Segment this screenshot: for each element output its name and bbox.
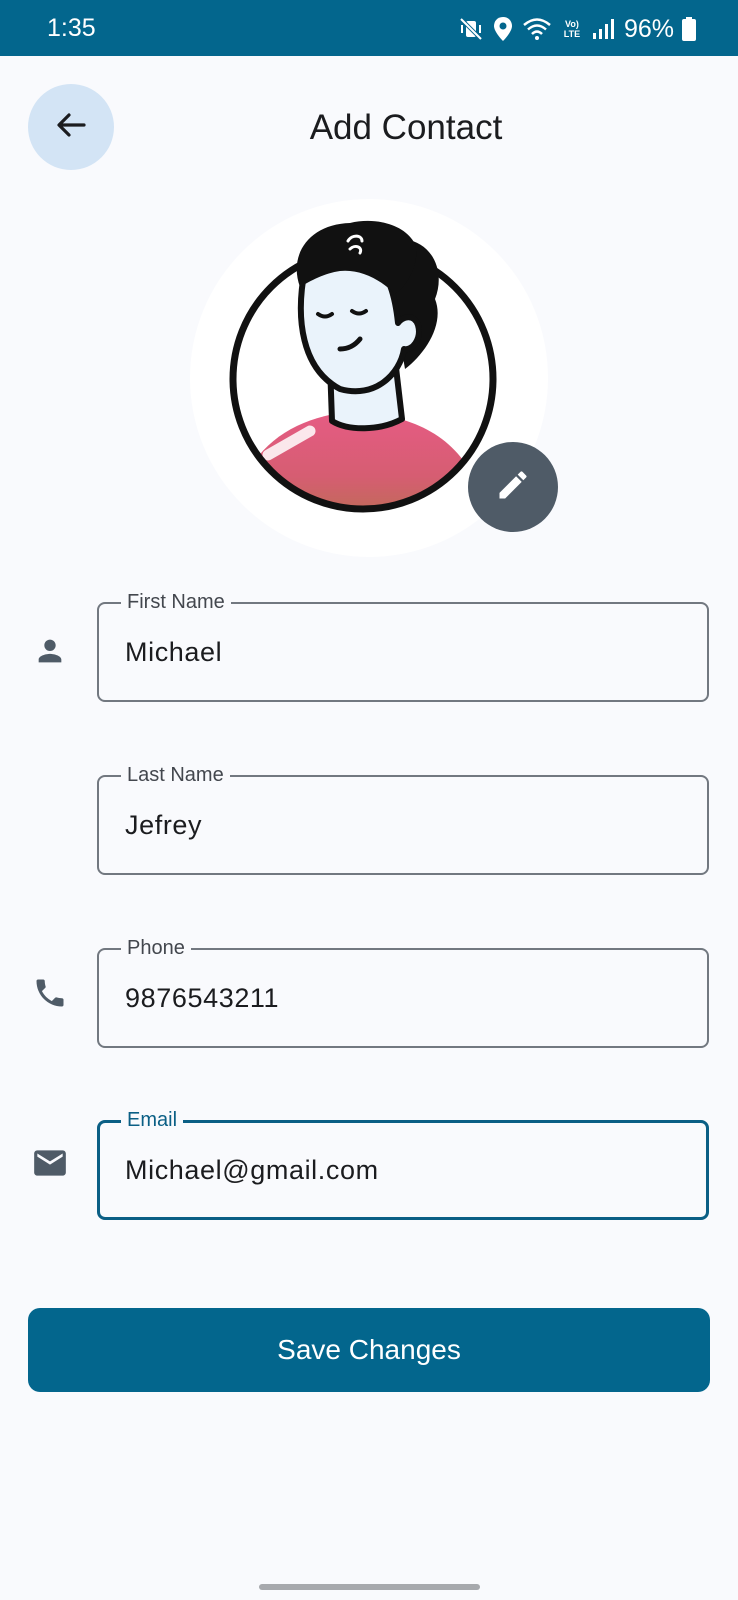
home-indicator[interactable]	[259, 1584, 480, 1590]
page-title: Add Contact	[309, 108, 503, 147]
volte-top-text: Vo)	[565, 19, 579, 29]
phone-icon	[30, 973, 70, 1013]
save-changes-button[interactable]: Save Changes	[28, 1308, 710, 1392]
status-time: 1:35	[47, 14, 96, 42]
phone-label: Phone	[121, 935, 191, 961]
email-field[interactable]: Email	[97, 1107, 709, 1220]
signal-icon	[592, 18, 614, 40]
location-icon	[492, 16, 514, 42]
person-icon	[30, 631, 70, 671]
wifi-icon	[522, 17, 552, 41]
status-bar: 1:35 Vo) LTE 96%	[0, 0, 738, 56]
volte-icon: Vo) LTE	[560, 19, 584, 39]
last-name-input[interactable]	[125, 803, 685, 847]
battery-percent: 96%	[623, 15, 674, 43]
phone-field[interactable]: Phone	[97, 935, 709, 1048]
mail-icon	[30, 1143, 70, 1183]
last-name-label: Last Name	[121, 762, 230, 788]
pencil-icon	[495, 467, 531, 508]
phone-input[interactable]	[125, 976, 685, 1020]
battery-icon	[682, 17, 696, 41]
first-name-input[interactable]	[125, 630, 685, 674]
volte-bottom-text: LTE	[563, 29, 581, 39]
email-input[interactable]	[125, 1148, 685, 1192]
arrow-left-icon	[54, 108, 88, 147]
first-name-field[interactable]: First Name	[97, 589, 709, 702]
last-name-field[interactable]: Last Name	[97, 762, 709, 875]
mute-vibrate-icon	[458, 16, 484, 42]
email-label: Email	[121, 1107, 184, 1133]
first-name-label: First Name	[121, 589, 231, 615]
status-icons: Vo) LTE 96%	[458, 12, 696, 46]
back-button[interactable]	[28, 84, 114, 170]
edit-photo-button[interactable]	[468, 442, 558, 532]
